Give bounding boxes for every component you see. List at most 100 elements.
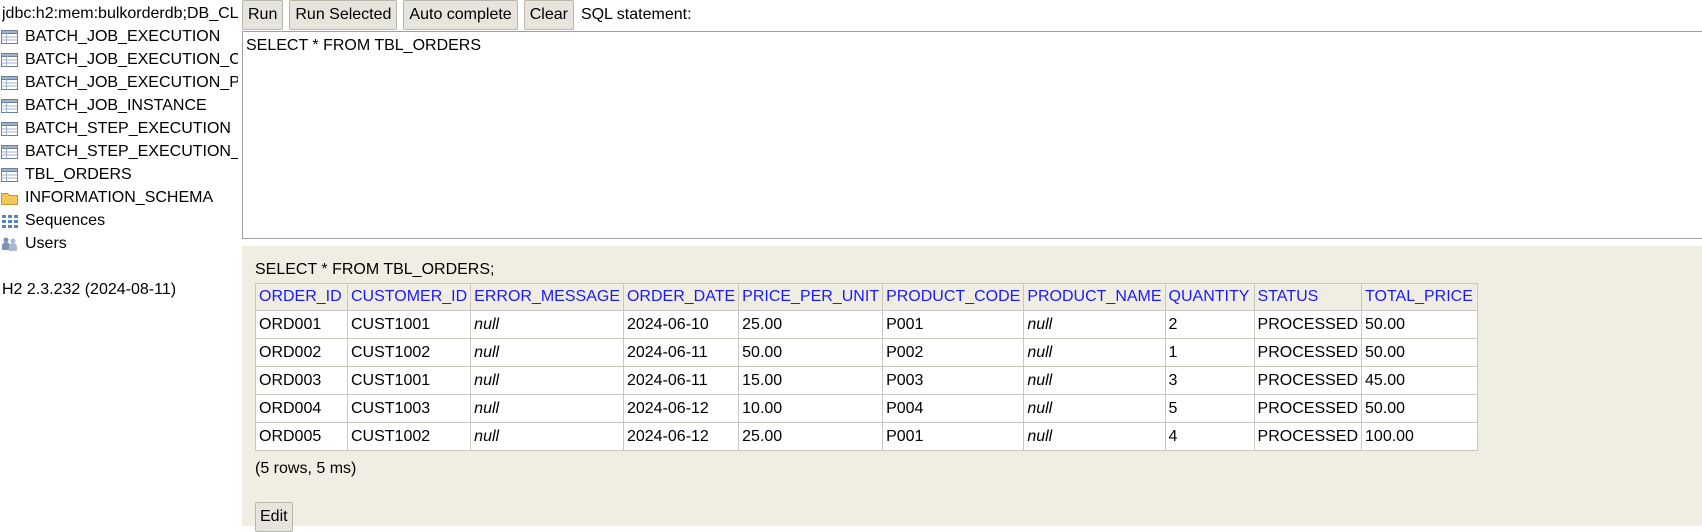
- column-header-product-code[interactable]: PRODUCT_CODE: [882, 283, 1025, 311]
- table-icon: [1, 98, 19, 114]
- cell-price-per-unit: 50.00: [738, 338, 884, 367]
- cell-total-price: 50.00: [1361, 338, 1479, 367]
- folder-icon: [1, 190, 19, 206]
- cell-total-price: 100.00: [1361, 422, 1479, 451]
- cell-customer-id: CUST1002: [346, 338, 472, 367]
- row-count-status: (5 rows, 5 ms): [255, 460, 357, 477]
- cell-customer-id: CUST1001: [346, 366, 472, 395]
- tree-item-batch-job-execution[interactable]: BATCH_JOB_EXECUTION: [0, 26, 238, 48]
- cell-price-per-unit: 25.00: [738, 310, 884, 339]
- tree-item-batch-job-instance[interactable]: BATCH_JOB_INSTANCE: [0, 95, 238, 117]
- cell-order-id: ORD001: [255, 310, 348, 339]
- cell-product-name: null: [1023, 422, 1166, 451]
- column-header-price-per-unit[interactable]: PRICE_PER_UNIT: [738, 283, 884, 311]
- cell-product-name: null: [1023, 394, 1166, 423]
- table-icon: [1, 144, 19, 160]
- table-row: ORD003 CUST1001 null 2024-06-11 15.00 P0…: [255, 366, 1479, 395]
- run-button[interactable]: Run: [242, 0, 284, 30]
- cell-product-code: P001: [882, 310, 1025, 339]
- cell-order-date: 2024-06-11: [622, 338, 740, 367]
- tree-item-sequences[interactable]: Sequences: [0, 210, 238, 232]
- sequence-icon: [1, 213, 19, 229]
- auto-complete-button[interactable]: Auto complete: [403, 0, 518, 30]
- cell-error-message: null: [470, 422, 624, 451]
- cell-quantity: 2: [1164, 310, 1255, 339]
- cell-product-code: P001: [882, 422, 1025, 451]
- cell-quantity: 5: [1164, 394, 1255, 423]
- cell-customer-id: CUST1001: [346, 310, 472, 339]
- cell-product-name: null: [1023, 338, 1166, 367]
- column-header-order-date[interactable]: ORDER_DATE: [622, 283, 740, 311]
- cell-price-per-unit: 10.00: [738, 394, 884, 423]
- result-table: ORDER_ID CUSTOMER_ID ERROR_MESSAGE ORDER…: [255, 283, 1479, 451]
- tree-item-label: BATCH_STEP_EXECUTION_: [25, 143, 238, 160]
- tree-item-label: BATCH_JOB_EXECUTION_P: [25, 74, 238, 91]
- cell-product-name: null: [1023, 310, 1166, 339]
- cell-product-name: null: [1023, 366, 1166, 395]
- cell-price-per-unit: 15.00: [738, 366, 884, 395]
- cell-status: PROCESSED: [1253, 394, 1363, 423]
- sql-editor[interactable]: SELECT * FROM TBL_ORDERS: [242, 31, 1702, 239]
- run-selected-button[interactable]: Run Selected: [289, 0, 398, 30]
- clear-button[interactable]: Clear: [523, 0, 574, 30]
- users-icon: [1, 236, 19, 252]
- toolbar: Run Run Selected Auto complete Clear SQL…: [242, 0, 692, 30]
- tree-item-batch-step-execution[interactable]: BATCH_STEP_EXECUTION: [0, 118, 238, 140]
- cell-error-message: null: [470, 366, 624, 395]
- column-header-error-message[interactable]: ERROR_MESSAGE: [470, 283, 624, 311]
- column-header-customer-id[interactable]: CUSTOMER_ID: [346, 283, 472, 311]
- tree-item-label: BATCH_STEP_EXECUTION: [25, 120, 231, 137]
- column-header-status[interactable]: STATUS: [1253, 283, 1363, 311]
- connection-url[interactable]: jdbc:h2:mem:bulkorderdb;DB_CL: [2, 5, 238, 23]
- tree-item-batch-job-execution-c[interactable]: BATCH_JOB_EXECUTION_C: [0, 49, 238, 71]
- column-header-quantity[interactable]: QUANTITY: [1164, 283, 1255, 311]
- tree-item-information-schema[interactable]: INFORMATION_SCHEMA: [0, 187, 238, 209]
- tree-item-label: Users: [25, 235, 67, 252]
- column-header-order-id[interactable]: ORDER_ID: [255, 283, 348, 311]
- cell-order-id: ORD002: [255, 338, 348, 367]
- cell-order-date: 2024-06-12: [622, 394, 740, 423]
- header-row: ORDER_ID CUSTOMER_ID ERROR_MESSAGE ORDER…: [255, 283, 1479, 311]
- tree-item-label: BATCH_JOB_INSTANCE: [25, 97, 207, 114]
- cell-product-code: P004: [882, 394, 1025, 423]
- column-header-product-name[interactable]: PRODUCT_NAME: [1023, 283, 1166, 311]
- cell-order-id: ORD003: [255, 366, 348, 395]
- tree-item-label: BATCH_JOB_EXECUTION_C: [25, 51, 238, 68]
- cell-total-price: 50.00: [1361, 310, 1479, 339]
- cell-customer-id: CUST1002: [346, 422, 472, 451]
- cell-error-message: null: [470, 338, 624, 367]
- cell-quantity: 3: [1164, 366, 1255, 395]
- tree-item-batch-job-execution-p[interactable]: BATCH_JOB_EXECUTION_P: [0, 72, 238, 94]
- result-panel: SELECT * FROM TBL_ORDERS; ORDER_ID CUSTO…: [242, 246, 1702, 532]
- table-icon: [1, 75, 19, 91]
- object-tree: jdbc:h2:mem:bulkorderdb;DB_CL BATCH_JOB_…: [0, 0, 238, 526]
- tree-item-batch-step-execution-2[interactable]: BATCH_STEP_EXECUTION_: [0, 141, 238, 163]
- cell-order-id: ORD004: [255, 394, 348, 423]
- table-row: ORD005 CUST1002 null 2024-06-12 25.00 P0…: [255, 422, 1479, 451]
- tree-item-label: BATCH_JOB_EXECUTION: [25, 28, 221, 45]
- cell-total-price: 45.00: [1361, 366, 1479, 395]
- cell-status: PROCESSED: [1253, 338, 1363, 367]
- cell-error-message: null: [470, 310, 624, 339]
- edit-button[interactable]: Edit: [255, 502, 293, 532]
- table-row: ORD004 CUST1003 null 2024-06-12 10.00 P0…: [255, 394, 1479, 423]
- executed-statement: SELECT * FROM TBL_ORDERS;: [255, 261, 495, 278]
- cell-order-date: 2024-06-10: [622, 310, 740, 339]
- tree-item-tbl-orders[interactable]: TBL_ORDERS: [0, 164, 238, 186]
- cell-quantity: 4: [1164, 422, 1255, 451]
- cell-customer-id: CUST1003: [346, 394, 472, 423]
- tree-item-label: TBL_ORDERS: [25, 166, 132, 183]
- table-icon: [1, 29, 19, 45]
- tree-item-users[interactable]: Users: [0, 233, 238, 255]
- column-header-total-price[interactable]: TOTAL_PRICE: [1361, 283, 1479, 311]
- cell-product-code: P002: [882, 338, 1025, 367]
- tree-item-label: Sequences: [25, 212, 106, 229]
- cell-price-per-unit: 25.00: [738, 422, 884, 451]
- table-icon: [1, 121, 19, 137]
- cell-quantity: 1: [1164, 338, 1255, 367]
- cell-order-date: 2024-06-12: [622, 422, 740, 451]
- table-icon: [1, 167, 19, 183]
- table-icon: [1, 52, 19, 68]
- version-label: H2 2.3.232 (2024-08-11): [2, 281, 177, 298]
- cell-status: PROCESSED: [1253, 422, 1363, 451]
